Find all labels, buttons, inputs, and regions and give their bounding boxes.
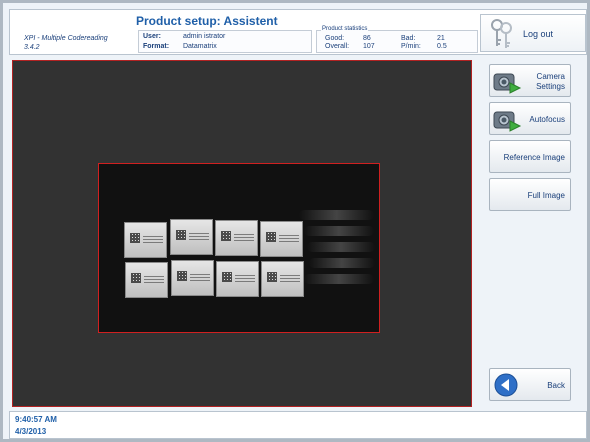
print-lines: [189, 232, 209, 240]
app-version: 3.4.2: [24, 44, 40, 51]
autofocus-button[interactable]: Autofocus: [489, 102, 571, 135]
product-package: [171, 260, 214, 296]
light-streak: [307, 242, 375, 252]
print-lines: [235, 274, 255, 282]
format-row: Format: Datamatrix: [143, 43, 217, 50]
reference-image-label: Reference Image: [503, 153, 565, 162]
product-package: [216, 261, 259, 297]
back-button[interactable]: Back: [489, 368, 571, 401]
bad-label: Bad:: [401, 35, 416, 42]
overall-label: Overall:: [325, 43, 350, 50]
light-streak: [304, 226, 374, 236]
print-lines: [279, 234, 299, 242]
back-label: Back: [547, 381, 565, 390]
keys-icon: [491, 19, 512, 48]
header-bar: XPI - Multiple Codereading 3.4.2 Product…: [9, 9, 587, 55]
print-lines: [280, 274, 300, 282]
ppmin-value: 0.5: [437, 43, 447, 50]
user-row: User: admin istrator: [143, 33, 225, 40]
format-value: Datamatrix: [182, 43, 217, 50]
bad-value: 21: [437, 35, 445, 42]
product-info-box: User: admin istrator Format: Datamatrix: [138, 30, 312, 53]
good-label: Good:: [325, 35, 345, 42]
camera-settings-button[interactable]: Camera Settings: [489, 64, 571, 97]
logout-button[interactable]: Log out: [480, 14, 586, 52]
product-package: [124, 222, 167, 258]
app-name-block: XPI - Multiple Codereading 3.4.2: [24, 34, 134, 52]
product-package: [215, 220, 258, 256]
product-package: [125, 262, 168, 298]
datamatrix-code: [266, 232, 276, 242]
print-lines: [234, 233, 254, 241]
app-name: XPI - Multiple Codereading: [24, 35, 108, 42]
format-label: Format:: [143, 43, 170, 50]
stats-title: Product statistics: [321, 26, 369, 32]
light-streak: [299, 210, 374, 220]
datamatrix-code: [176, 230, 186, 240]
print-lines: [144, 275, 164, 283]
autofocus-label: Autofocus: [529, 115, 565, 124]
reference-image-button[interactable]: Reference Image: [489, 140, 571, 173]
page-title: Product setup: Assistent: [136, 14, 278, 28]
clock-date: 4/3/2013: [15, 427, 47, 436]
product-statistics-box: Product statistics Good: 86 Bad: 21 Over…: [316, 26, 478, 53]
back-arrow-icon: [494, 373, 518, 397]
full-image-label: Full Image: [527, 191, 565, 200]
light-streak: [309, 258, 375, 268]
status-bar: 9:40:57 AM 4/3/2013: [9, 411, 587, 439]
light-streak: [304, 274, 374, 284]
overall-value: 107: [363, 43, 375, 50]
full-image-button[interactable]: Full Image: [489, 178, 571, 211]
logout-label: Log out: [523, 29, 554, 39]
datamatrix-code: [221, 231, 231, 241]
app-window: XPI - Multiple Codereading 3.4.2 Product…: [0, 0, 590, 442]
clock-time: 9:40:57 AM: [15, 415, 57, 424]
print-lines: [190, 273, 210, 281]
datamatrix-code: [131, 273, 141, 283]
product-package: [261, 261, 304, 297]
print-lines: [143, 235, 163, 243]
camera-view[interactable]: [12, 60, 472, 407]
camera-icon: [493, 111, 522, 132]
datamatrix-code: [222, 272, 232, 282]
datamatrix-code: [267, 272, 277, 282]
datamatrix-code: [177, 271, 187, 281]
datamatrix-code: [130, 233, 140, 243]
product-package: [170, 219, 213, 255]
good-value: 86: [363, 35, 371, 42]
product-package: [260, 221, 303, 257]
ppmin-label: P/min:: [401, 43, 421, 50]
user-label: User:: [143, 33, 161, 40]
user-value: admin istrator: [182, 33, 226, 40]
camera-settings-label: Camera Settings: [536, 72, 565, 91]
region-of-interest[interactable]: [98, 163, 380, 333]
